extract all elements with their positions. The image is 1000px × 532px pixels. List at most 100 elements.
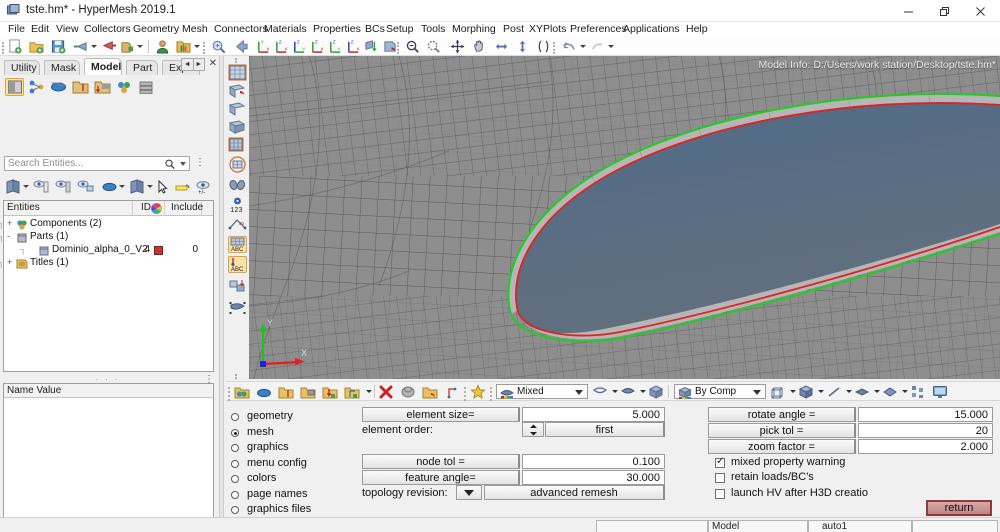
radio-page-names[interactable]: page names: [231, 488, 381, 503]
menu-item-geometry[interactable]: Geometry: [131, 23, 181, 36]
shaded-surface-caret[interactable]: [640, 390, 646, 393]
solver-browser-icon[interactable]: [49, 78, 68, 96]
view-iso2-icon[interactable]: ZY: [328, 39, 343, 54]
element-color-icon[interactable]: [300, 384, 316, 400]
zoom-window-icon[interactable]: [426, 39, 441, 54]
tab-next-button[interactable]: ►: [194, 59, 205, 70]
close-button[interactable]: [962, 0, 998, 22]
display-all-icon[interactable]: [4, 178, 23, 196]
matrix-dropdown-caret[interactable]: [194, 45, 200, 48]
node-tol-button[interactable]: node tol =: [362, 454, 520, 469]
assembly-browser-icon[interactable]: [137, 78, 156, 96]
system-color-icon[interactable]: [344, 384, 360, 400]
node-tol-field[interactable]: 0.100: [522, 454, 665, 469]
tree-expander-icon[interactable]: -: [7, 231, 10, 241]
menu-item-file[interactable]: File: [6, 23, 27, 36]
load-color-icon[interactable]: [322, 384, 338, 400]
delete-entity-icon[interactable]: [378, 384, 394, 400]
radio-graphics-files[interactable]: graphics files: [231, 503, 381, 518]
pick-cursor-icon[interactable]: [153, 178, 172, 196]
double-chevron-icon[interactable]: ⋮: [195, 157, 205, 168]
feature-angle-field[interactable]: 30.000: [522, 470, 665, 485]
rotate-right-icon[interactable]: [590, 39, 605, 54]
shaded-mode-icon[interactable]: [100, 178, 119, 196]
favorites-star-icon[interactable]: [470, 384, 486, 400]
tree-row[interactable]: + ┐ Titles (1): [0, 257, 213, 270]
tree-row[interactable]: - ┐ Parts (1): [0, 231, 213, 244]
wireframe-cube-icon[interactable]: [770, 384, 786, 400]
color-by-combo[interactable]: By Comp: [674, 384, 766, 399]
rotate-left-icon[interactable]: [562, 39, 577, 54]
exploded-view-icon[interactable]: [910, 384, 926, 400]
shaded-mode-caret[interactable]: [119, 185, 125, 188]
export-dropdown-caret[interactable]: [137, 45, 143, 48]
search-icon[interactable]: [165, 159, 175, 170]
zoom-factor-field[interactable]: 2.000: [858, 439, 993, 454]
shaded-plate-caret[interactable]: [902, 390, 908, 393]
tab-prev-button[interactable]: ◄: [182, 59, 194, 70]
panel-tab-model[interactable]: Model: [84, 58, 122, 75]
menu-item-xyplots[interactable]: XYPlots: [527, 23, 568, 36]
checkbox-mixed-property-warning[interactable]: mixed property warning: [715, 456, 965, 471]
tree-expander-icon[interactable]: +: [7, 218, 12, 228]
normals-icon[interactable]: [444, 384, 460, 400]
undo-view-icon[interactable]: [234, 39, 249, 54]
shaded-surface-icon[interactable]: [620, 384, 636, 400]
surface-edit-icon[interactable]: [228, 300, 247, 317]
import-dropdown-caret[interactable]: [91, 45, 97, 48]
tab-nav-buttons[interactable]: ◄ ►: [181, 58, 205, 71]
mesh-page-icon[interactable]: [228, 64, 247, 81]
edge-line-icon[interactable]: [826, 384, 842, 400]
view-normal-icon[interactable]: [364, 39, 379, 54]
zoom-factor-button[interactable]: zoom factor =: [708, 439, 856, 454]
status-cell[interactable]: auto1: [808, 520, 912, 532]
menu-item-collectors[interactable]: Collectors: [82, 23, 133, 36]
panel-splitter[interactable]: · · ·: [0, 374, 215, 384]
shaded-cube-icon[interactable]: [798, 384, 814, 400]
radio-mesh[interactable]: mesh: [231, 426, 381, 441]
fit-view-icon[interactable]: [450, 39, 465, 54]
translate-mesh-icon[interactable]: [228, 278, 247, 295]
vertical-splitter[interactable]: [219, 56, 224, 526]
toolbar-grip-2[interactable]: [203, 40, 206, 54]
radio-geometry[interactable]: geometry: [231, 410, 381, 425]
mesh-check-icon[interactable]: [228, 156, 247, 173]
rotate-right-caret[interactable]: [608, 45, 614, 48]
toolbar-grip[interactable]: [2, 40, 5, 54]
visibility-eye-icon[interactable]: +/-: [194, 178, 213, 196]
export-icon[interactable]: [102, 39, 117, 54]
minimize-button[interactable]: [890, 0, 926, 22]
menu-item-properties[interactable]: Properties: [311, 23, 363, 36]
pick-tol-field[interactable]: 20: [858, 423, 993, 438]
open-model-icon[interactable]: [29, 39, 44, 54]
topology-revision-dropdown[interactable]: [456, 485, 482, 500]
panel-tab-utility[interactable]: Utility: [4, 60, 40, 75]
export-panel-icon[interactable]: [120, 39, 135, 54]
display-isolate-icon[interactable]: [76, 178, 95, 196]
chevron-down-icon[interactable]: [180, 162, 186, 166]
highlight-icon[interactable]: [173, 178, 192, 196]
menu-item-tools[interactable]: Tools: [419, 23, 448, 36]
zoom-in-icon[interactable]: [405, 39, 420, 54]
rotate-angle-button[interactable]: rotate angle =: [708, 407, 856, 422]
arrow-lr-icon[interactable]: [494, 39, 509, 54]
entity-state-icon[interactable]: [71, 78, 90, 96]
toolbar-grip-3[interactable]: [397, 40, 400, 54]
chevron-down-icon[interactable]: [575, 390, 583, 395]
rotate-left-caret[interactable]: [580, 45, 586, 48]
shaded-plate-icon[interactable]: [882, 384, 898, 400]
include-browser-icon[interactable]: [93, 78, 112, 96]
menu-item-applications[interactable]: Applications: [621, 23, 682, 36]
shading-mode-combo[interactable]: Mixed: [496, 384, 588, 399]
component-mask-icon[interactable]: [256, 384, 272, 400]
element-size-button[interactable]: element size=: [362, 407, 520, 422]
menu-item-post[interactable]: Post: [501, 23, 526, 36]
menu-item-view[interactable]: View: [54, 23, 81, 36]
view-zx-icon[interactable]: ZY: [292, 39, 307, 54]
import-icon[interactable]: [73, 39, 88, 54]
mesh-surface-icon[interactable]: [228, 118, 247, 135]
panel-tab-mask[interactable]: Mask: [44, 60, 80, 75]
mesh-solid-icon[interactable]: [228, 136, 247, 153]
user-profile-icon[interactable]: [155, 39, 170, 54]
tree-row-color-swatch[interactable]: [154, 246, 163, 255]
